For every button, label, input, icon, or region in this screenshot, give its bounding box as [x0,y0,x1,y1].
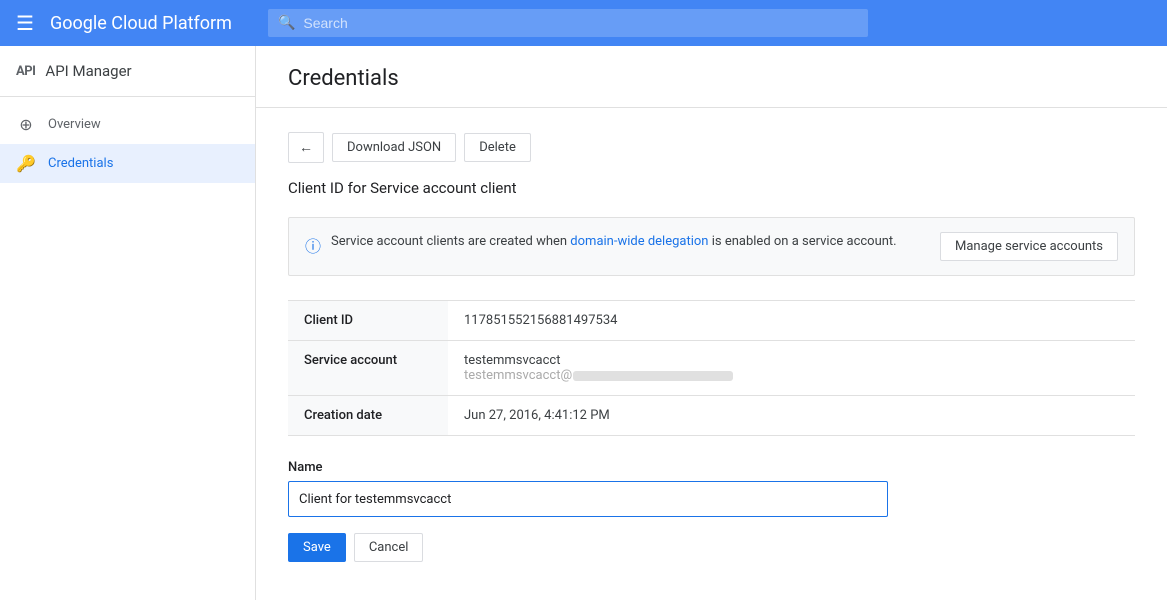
table-row-creation-date: Creation date Jun 27, 2016, 4:41:12 PM [288,396,1135,436]
toolbar: ← Download JSON Delete [288,132,1135,163]
table-row-client-id: Client ID 117851552156881497534 [288,301,1135,341]
menu-icon[interactable]: ☰ [16,11,34,35]
download-json-button[interactable]: Download JSON [332,133,456,162]
sidebar-item-credentials[interactable]: 🔑 Credentials [0,144,255,183]
field-value-creation-date: Jun 27, 2016, 4:41:12 PM [448,396,1135,436]
main-content-area: Credentials ← Download JSON Delete Clien… [256,46,1167,600]
sidebar-item-overview-label: Overview [48,117,101,132]
topbar-title: Google Cloud Platform [50,13,232,34]
field-label-service-account: Service account [288,341,448,396]
sidebar-app-title: API Manager [45,62,131,80]
name-section: Name [288,460,1135,517]
save-button[interactable]: Save [288,533,346,562]
info-icon: ⓘ [305,233,321,257]
sidebar-nav: ⊕ Overview 🔑 Credentials [0,97,255,183]
field-value-client-id: 117851552156881497534 [448,301,1135,341]
info-text: Service account clients are created when… [331,232,897,252]
sidebar-header: API API Manager [0,46,255,97]
field-label-client-id: Client ID [288,301,448,341]
main-header: Credentials [256,46,1167,108]
manage-service-accounts-button[interactable]: Manage service accounts [940,232,1118,261]
info-box: ⓘ Service account clients are created wh… [288,217,1135,276]
name-label: Name [288,460,1135,475]
info-text-after-link: is enabled on a service account. [709,234,897,249]
form-actions: Save Cancel [288,533,1135,562]
section-subtitle: Client ID for Service account client [288,179,1135,197]
field-value-service-account: testemmsvcacct testemmsvcacct@ [448,341,1135,396]
back-button[interactable]: ← [288,132,324,163]
main-content: ← Download JSON Delete Client ID for Ser… [256,108,1167,586]
name-input[interactable] [288,481,888,517]
service-account-email: testemmsvcacct@ [464,368,1119,383]
sidebar: API API Manager ⊕ Overview 🔑 Credentials [0,46,256,600]
search-icon: 🔍 [278,15,295,31]
info-text-before-link: Service account clients are created when [331,234,570,249]
credentials-icon: 🔑 [16,154,36,173]
service-account-name: testemmsvcacct [464,353,1119,368]
sidebar-item-overview[interactable]: ⊕ Overview [0,105,255,144]
sidebar-item-credentials-label: Credentials [48,156,113,171]
overview-icon: ⊕ [16,115,36,134]
cancel-button[interactable]: Cancel [354,533,424,562]
credentials-table: Client ID 117851552156881497534 Service … [288,300,1135,436]
table-row-service-account: Service account testemmsvcacct testemmsv… [288,341,1135,396]
delete-button[interactable]: Delete [464,133,531,162]
field-label-creation-date: Creation date [288,396,448,436]
info-box-left: ⓘ Service account clients are created wh… [305,232,897,257]
topbar: ☰ Google Cloud Platform 🔍 [0,0,1167,46]
api-badge: API [16,64,35,79]
search-input[interactable] [303,15,858,31]
search-bar: 🔍 [268,9,868,37]
page-title: Credentials [288,66,1135,91]
domain-wide-delegation-link[interactable]: domain-wide delegation [570,234,708,249]
app-layout: API API Manager ⊕ Overview 🔑 Credentials… [0,46,1167,600]
